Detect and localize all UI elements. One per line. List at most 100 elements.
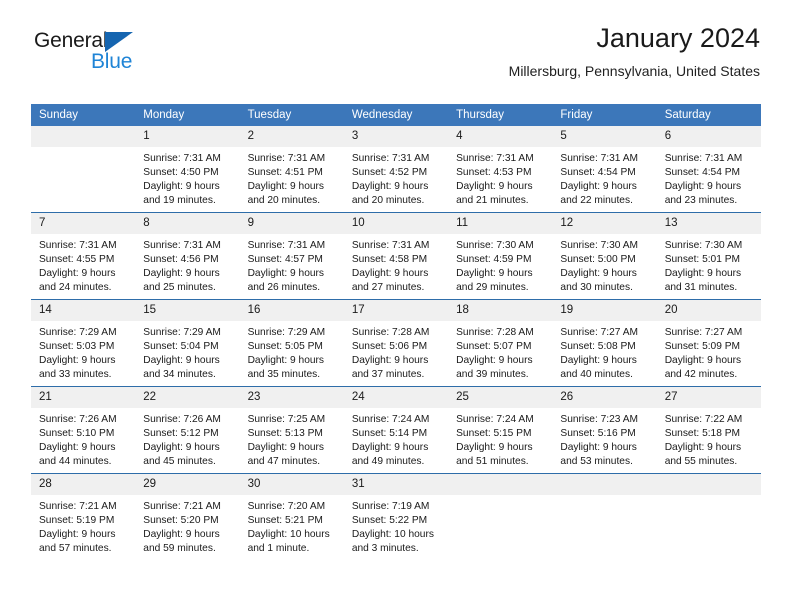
day-cell[interactable] <box>552 473 657 560</box>
weekday-header-saturday: Saturday <box>656 104 761 126</box>
sunrise-text: Sunrise: 7:30 AM <box>456 240 534 251</box>
sunrise-text: Sunrise: 7:20 AM <box>247 501 326 512</box>
day-cell[interactable] <box>31 126 136 213</box>
day-details: Sunrise: 7:30 AM Sunset: 4:59 PM Dayligh… <box>448 234 552 295</box>
sunset-text: Sunset: 4:54 PM <box>560 167 636 179</box>
title-block: January 2024 Millersburg, Pennsylvania, … <box>509 22 760 81</box>
day-cell[interactable]: 2 Sunrise: 7:31 AM Sunset: 4:51 PM Dayli… <box>239 126 344 213</box>
daylight-text-line2: and 20 minutes. <box>351 195 425 207</box>
daylight-text-line1: Daylight: 9 hours <box>247 355 325 367</box>
daylight-text-line1: Daylight: 9 hours <box>143 355 220 367</box>
daylight-text-line1: Daylight: 9 hours <box>247 181 325 193</box>
day-cell[interactable]: 3 Sunrise: 7:31 AM Sunset: 4:52 PM Dayli… <box>343 126 449 213</box>
day-cell[interactable]: 10 Sunrise: 7:31 AM Sunset: 4:58 PM Dayl… <box>343 212 449 300</box>
day-cell[interactable]: 23 Sunrise: 7:25 AM Sunset: 5:13 PM Dayl… <box>239 386 344 474</box>
day-cell[interactable]: 8 Sunrise: 7:31 AM Sunset: 4:56 PM Dayli… <box>135 212 240 300</box>
day-number: 3 <box>343 126 449 147</box>
daylight-text-line1: Daylight: 9 hours <box>351 181 429 193</box>
sunrise-text: Sunrise: 7:31 AM <box>664 153 743 164</box>
sunrise-text: Sunrise: 7:24 AM <box>351 414 430 425</box>
day-cell[interactable]: 14 Sunrise: 7:29 AM Sunset: 5:03 PM Dayl… <box>31 299 136 387</box>
day-details: Sunrise: 7:31 AM Sunset: 4:51 PM Dayligh… <box>240 147 344 208</box>
daylight-text-line2: and 55 minutes. <box>664 456 738 468</box>
weekday-header-sunday: Sunday <box>31 104 136 126</box>
daylight-text-line2: and 53 minutes. <box>560 456 633 468</box>
day-cell[interactable]: 24 Sunrise: 7:24 AM Sunset: 5:14 PM Dayl… <box>343 386 449 474</box>
sunset-text: Sunset: 4:55 PM <box>39 254 115 266</box>
sunset-text: Sunset: 5:21 PM <box>247 515 323 527</box>
daylight-text-line1: Daylight: 9 hours <box>560 442 637 454</box>
day-cell[interactable]: 13 Sunrise: 7:30 AM Sunset: 5:01 PM Dayl… <box>656 212 761 300</box>
day-cell[interactable]: 16 Sunrise: 7:29 AM Sunset: 5:05 PM Dayl… <box>239 299 344 387</box>
daylight-text-line2: and 29 minutes. <box>456 282 529 294</box>
page-header: General Blue January 2024 Millersburg, P… <box>32 22 760 94</box>
weekday-header-wednesday: Wednesday <box>343 104 449 126</box>
daylight-text-line1: Daylight: 9 hours <box>456 268 533 280</box>
day-cell[interactable]: 20 Sunrise: 7:27 AM Sunset: 5:09 PM Dayl… <box>656 299 761 387</box>
calendar-grid: Sunday Monday Tuesday Wednesday Thursday… <box>31 104 761 560</box>
day-cell[interactable]: 22 Sunrise: 7:26 AM Sunset: 5:12 PM Dayl… <box>135 386 240 474</box>
day-details: Sunrise: 7:31 AM Sunset: 4:58 PM Dayligh… <box>344 234 448 295</box>
day-number: 31 <box>343 474 449 495</box>
sunset-text: Sunset: 5:06 PM <box>351 341 428 353</box>
sunset-text: Sunset: 4:52 PM <box>351 167 428 179</box>
day-cell[interactable]: 5 Sunrise: 7:31 AM Sunset: 4:54 PM Dayli… <box>552 126 657 213</box>
day-cell[interactable]: 17 Sunrise: 7:28 AM Sunset: 5:06 PM Dayl… <box>343 299 449 387</box>
sunset-text: Sunset: 4:59 PM <box>456 254 532 266</box>
day-cell[interactable]: 1 Sunrise: 7:31 AM Sunset: 4:50 PM Dayli… <box>135 126 240 213</box>
day-cell[interactable] <box>656 473 761 560</box>
weekday-header-thursday: Thursday <box>448 104 553 126</box>
sunrise-text: Sunrise: 7:22 AM <box>664 414 743 425</box>
sunrise-text: Sunrise: 7:31 AM <box>247 153 326 164</box>
daylight-text-line1: Daylight: 9 hours <box>351 355 429 367</box>
day-cell[interactable]: 29 Sunrise: 7:21 AM Sunset: 5:20 PM Dayl… <box>135 473 240 560</box>
day-cell[interactable]: 21 Sunrise: 7:26 AM Sunset: 5:10 PM Dayl… <box>31 386 136 474</box>
week-row: 14 Sunrise: 7:29 AM Sunset: 5:03 PM Dayl… <box>31 299 761 387</box>
calendar-page: General Blue January 2024 Millersburg, P… <box>0 0 792 612</box>
day-cell[interactable]: 6 Sunrise: 7:31 AM Sunset: 4:54 PM Dayli… <box>656 126 761 213</box>
daylight-text-line1: Daylight: 9 hours <box>456 442 533 454</box>
week-row: 7 Sunrise: 7:31 AM Sunset: 4:55 PM Dayli… <box>31 212 761 300</box>
day-number: 30 <box>239 474 344 495</box>
day-cell[interactable]: 18 Sunrise: 7:28 AM Sunset: 5:07 PM Dayl… <box>448 299 553 387</box>
sunrise-text: Sunrise: 7:27 AM <box>664 327 743 338</box>
day-cell[interactable]: 11 Sunrise: 7:30 AM Sunset: 4:59 PM Dayl… <box>448 212 553 300</box>
sunset-text: Sunset: 4:58 PM <box>351 254 428 266</box>
day-cell[interactable]: 4 Sunrise: 7:31 AM Sunset: 4:53 PM Dayli… <box>448 126 553 213</box>
daylight-text-line1: Daylight: 9 hours <box>39 355 116 367</box>
daylight-text-line2: and 26 minutes. <box>247 282 321 294</box>
week-row: 28 Sunrise: 7:21 AM Sunset: 5:19 PM Dayl… <box>31 473 761 560</box>
daylight-text-line1: Daylight: 10 hours <box>351 529 434 541</box>
day-cell[interactable]: 31 Sunrise: 7:19 AM Sunset: 5:22 PM Dayl… <box>343 473 449 560</box>
sunset-text: Sunset: 4:50 PM <box>143 167 219 179</box>
day-cell[interactable]: 9 Sunrise: 7:31 AM Sunset: 4:57 PM Dayli… <box>239 212 344 300</box>
location-subtitle: Millersburg, Pennsylvania, United States <box>508 63 760 79</box>
daylight-text-line2: and 27 minutes. <box>351 282 425 294</box>
day-cell[interactable]: 28 Sunrise: 7:21 AM Sunset: 5:19 PM Dayl… <box>31 473 136 560</box>
sunrise-text: Sunrise: 7:31 AM <box>351 240 430 251</box>
day-cell[interactable]: 30 Sunrise: 7:20 AM Sunset: 5:21 PM Dayl… <box>239 473 344 560</box>
day-details: Sunrise: 7:29 AM Sunset: 5:04 PM Dayligh… <box>135 321 239 382</box>
day-cell[interactable]: 12 Sunrise: 7:30 AM Sunset: 5:00 PM Dayl… <box>552 212 657 300</box>
daylight-text-line2: and 45 minutes. <box>143 456 216 468</box>
sunrise-text: Sunrise: 7:21 AM <box>143 501 221 512</box>
day-cell[interactable]: 15 Sunrise: 7:29 AM Sunset: 5:04 PM Dayl… <box>135 299 240 387</box>
day-details: Sunrise: 7:23 AM Sunset: 5:16 PM Dayligh… <box>552 408 656 469</box>
daylight-text-line2: and 34 minutes. <box>143 369 216 381</box>
day-cell[interactable]: 7 Sunrise: 7:31 AM Sunset: 4:55 PM Dayli… <box>31 212 136 300</box>
sunset-text: Sunset: 5:00 PM <box>560 254 636 266</box>
day-cell[interactable]: 26 Sunrise: 7:23 AM Sunset: 5:16 PM Dayl… <box>552 386 657 474</box>
day-cell[interactable] <box>448 473 553 560</box>
daylight-text-line2: and 19 minutes. <box>143 195 216 207</box>
sunset-text: Sunset: 5:14 PM <box>351 428 428 440</box>
day-cell[interactable]: 19 Sunrise: 7:27 AM Sunset: 5:08 PM Dayl… <box>552 299 657 387</box>
sunset-text: Sunset: 5:15 PM <box>456 428 532 440</box>
general-blue-logo[interactable]: General Blue <box>32 30 252 86</box>
day-cell[interactable]: 27 Sunrise: 7:22 AM Sunset: 5:18 PM Dayl… <box>656 386 761 474</box>
day-number: 24 <box>343 387 449 408</box>
day-number: 28 <box>31 474 136 495</box>
week-row: 21 Sunrise: 7:26 AM Sunset: 5:10 PM Dayl… <box>31 386 761 474</box>
weekday-header-row: Sunday Monday Tuesday Wednesday Thursday… <box>31 104 761 126</box>
day-cell[interactable]: 25 Sunrise: 7:24 AM Sunset: 5:15 PM Dayl… <box>448 386 553 474</box>
daylight-text-line1: Daylight: 9 hours <box>143 529 220 541</box>
